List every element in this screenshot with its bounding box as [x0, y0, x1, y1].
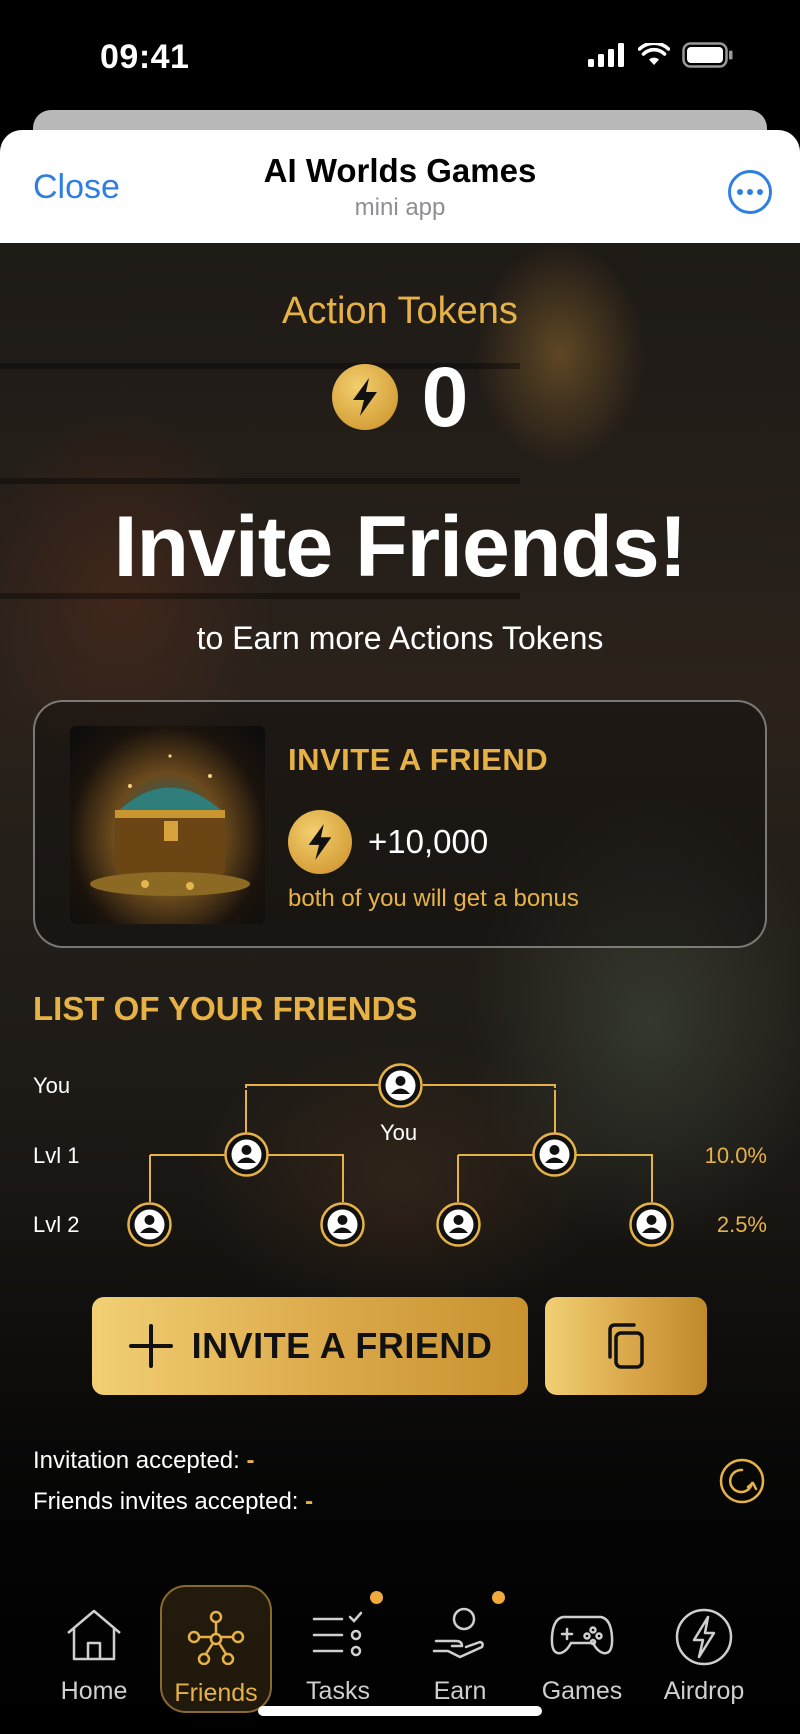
- invite-friend-button[interactable]: INVITE A FRIEND: [92, 1297, 528, 1395]
- page-headline: Invite Friends!: [113, 499, 688, 595]
- app-title: AI Worlds Games: [263, 152, 537, 189]
- user-avatar-icon: [224, 1132, 269, 1177]
- friends-invites-accepted-value: -: [305, 1488, 314, 1515]
- earn-icon: [432, 1607, 484, 1659]
- invite-reward-amount: +10,000: [368, 823, 489, 860]
- earn-badge-dot: [492, 1591, 505, 1604]
- tab-tasks[interactable]: Tasks: [282, 1585, 394, 1713]
- mini-app-header: Close AI Worlds Games mini app: [0, 130, 800, 243]
- app-subtitle: mini app: [354, 194, 446, 221]
- friend-node-lvl2: [320, 1202, 365, 1247]
- status-time: 09:41: [100, 38, 190, 76]
- tab-tasks-label: Tasks: [306, 1677, 370, 1705]
- invite-reward-card: INVITE A FRIEND +10,000 both of you will…: [33, 700, 767, 948]
- more-dot-icon: [737, 189, 743, 195]
- treasure-chest-image: [70, 726, 265, 924]
- more-dot-icon: [747, 189, 753, 195]
- status-icons: [588, 42, 734, 68]
- invitation-accepted-value: -: [246, 1447, 255, 1474]
- friend-node-lvl1: [532, 1132, 577, 1177]
- user-avatar-icon: [378, 1063, 423, 1108]
- friend-node-you: [378, 1063, 423, 1108]
- refresh-icon[interactable]: [718, 1457, 766, 1505]
- tab-earn-label: Earn: [433, 1677, 487, 1705]
- tab-home-label: Home: [60, 1677, 128, 1705]
- tasks-icon: [312, 1611, 363, 1657]
- friend-node-lvl2: [436, 1202, 481, 1247]
- signal-icon: [588, 43, 624, 67]
- bookshelf-line: [0, 478, 520, 484]
- tab-friends-label: Friends: [174, 1679, 258, 1707]
- user-avatar-icon: [320, 1202, 365, 1247]
- home-icon: [67, 1609, 121, 1661]
- tasks-badge-dot: [370, 1591, 383, 1604]
- plus-icon: [128, 1324, 173, 1368]
- tokens-balance: 0: [0, 355, 800, 439]
- user-avatar-icon: [127, 1202, 172, 1247]
- friend-node-lvl2: [127, 1202, 172, 1247]
- copy-icon: [608, 1323, 644, 1369]
- invite-card-title: INVITE A FRIEND: [288, 742, 549, 777]
- lightning-icon: [675, 1608, 733, 1666]
- tokens-label: Action Tokens: [282, 290, 518, 332]
- invite-bonus-note: both of you will get a bonus: [288, 885, 579, 912]
- status-bar: 09:41: [0, 0, 800, 110]
- tab-home[interactable]: Home: [38, 1585, 150, 1713]
- copy-link-button[interactable]: [545, 1297, 707, 1395]
- invitation-accepted-stat: Invitation accepted: -: [33, 1447, 254, 1475]
- friends-list-title: LIST OF YOUR FRIENDS: [33, 990, 418, 1027]
- lightning-coin-icon: [288, 810, 352, 874]
- user-avatar-icon: [532, 1132, 577, 1177]
- tab-games[interactable]: Games: [526, 1585, 638, 1713]
- tab-airdrop[interactable]: Airdrop: [648, 1585, 760, 1713]
- battery-icon: [682, 42, 733, 68]
- more-options-button[interactable]: [728, 170, 772, 214]
- friend-node-lvl1: [224, 1132, 269, 1177]
- tokens-value: 0: [421, 350, 469, 444]
- gamepad-icon: [550, 1615, 614, 1655]
- wifi-icon: [638, 43, 670, 65]
- friends-invites-accepted-label: Friends invites accepted:: [33, 1488, 299, 1515]
- invitation-accepted-label: Invitation accepted:: [33, 1447, 240, 1474]
- friend-node-lvl2: [629, 1202, 674, 1247]
- lightning-coin-icon: [331, 364, 398, 430]
- tab-airdrop-label: Airdrop: [663, 1677, 745, 1705]
- page-subheadline: to Earn more Actions Tokens: [196, 620, 604, 656]
- network-icon: [187, 1610, 245, 1665]
- you-node-label: You: [380, 1120, 418, 1145]
- friends-invites-accepted-stat: Friends invites accepted: -: [33, 1488, 313, 1516]
- invite-friend-label: INVITE A FRIEND: [191, 1325, 493, 1366]
- tab-earn[interactable]: Earn: [404, 1585, 516, 1713]
- user-avatar-icon: [629, 1202, 674, 1247]
- tab-friends[interactable]: Friends: [160, 1585, 272, 1713]
- home-indicator: [258, 1706, 542, 1716]
- user-avatar-icon: [436, 1202, 481, 1247]
- more-dot-icon: [757, 189, 763, 195]
- tab-games-label: Games: [541, 1677, 623, 1705]
- invite-reward: +10,000: [288, 810, 488, 874]
